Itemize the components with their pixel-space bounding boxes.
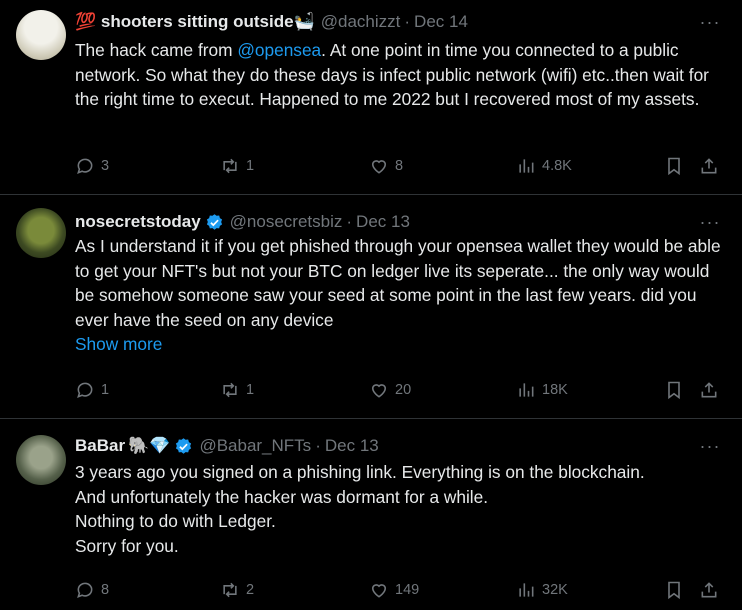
timestamp[interactable]: Dec 13 — [325, 436, 379, 456]
reply-button[interactable]: 8 — [75, 576, 109, 604]
verified-badge-icon — [206, 213, 222, 230]
share-button[interactable] — [699, 152, 719, 180]
view-count: 32K — [542, 582, 568, 598]
view-count: 18K — [542, 382, 568, 398]
share-icon — [701, 382, 717, 398]
tweet[interactable]: 💯 shooters sitting outside🛀 @dachizzt · … — [0, 0, 742, 195]
text-body: As I understand it if you get phished th… — [75, 236, 721, 330]
share-button[interactable] — [699, 576, 719, 604]
views-icon — [519, 159, 534, 173]
reply-icon — [77, 158, 93, 174]
share-icon — [701, 158, 717, 174]
avatar[interactable] — [16, 435, 66, 485]
repost-count: 1 — [246, 382, 255, 398]
reply-button[interactable]: 1 — [75, 376, 109, 404]
views-button[interactable]: 4.8K — [516, 152, 572, 180]
text-line: Nothing to do with Ledger. — [75, 511, 276, 531]
avatar[interactable] — [16, 208, 66, 258]
repost-icon — [223, 382, 237, 398]
text-line: 3 years ago you signed on a phishing lin… — [75, 462, 645, 482]
more-options-icon[interactable]: ··· — [698, 433, 722, 459]
display-name[interactable]: nosecretstoday — [75, 212, 201, 232]
user-handle[interactable]: @dachizzt — [321, 12, 401, 32]
repost-count: 2 — [246, 582, 255, 598]
like-count: 20 — [395, 382, 412, 398]
text-line: Sorry for you. — [75, 535, 179, 556]
bookmark-button[interactable] — [664, 376, 684, 404]
tweet-text: 3 years ago you signed on a phishing lin… — [75, 460, 724, 558]
more-options-icon[interactable]: ··· — [698, 9, 722, 35]
bookmark-icon — [668, 157, 680, 176]
display-name[interactable]: 💯 shooters sitting outside🛀 — [75, 12, 315, 32]
bookmark-icon — [668, 381, 680, 400]
reply-count: 8 — [101, 582, 110, 598]
reply-feed: 💯 shooters sitting outside🛀 @dachizzt · … — [0, 0, 742, 610]
mention-link[interactable]: @opensea — [237, 40, 321, 60]
separator-dot: · — [315, 436, 321, 455]
like-button[interactable]: 20 — [369, 376, 411, 404]
like-count: 8 — [395, 158, 404, 174]
reply-icon — [77, 582, 93, 598]
text-line: And unfortunately the hacker was dormant… — [75, 486, 489, 507]
repost-icon — [223, 582, 237, 598]
repost-count: 1 — [246, 158, 255, 174]
tweet-header: BaBar 🐘💎 @Babar_NFTs · Dec 13 ··· — [75, 433, 722, 459]
views-button[interactable]: 32K — [516, 576, 568, 604]
repost-button[interactable]: 1 — [220, 376, 254, 404]
like-button[interactable]: 149 — [369, 576, 419, 604]
separator-dot: · — [404, 12, 411, 31]
verified-badge-icon — [176, 437, 192, 454]
user-handle[interactable]: @Babar_NFTs — [199, 436, 311, 456]
views-icon — [519, 583, 534, 597]
separator-dot: · — [346, 212, 353, 231]
share-button[interactable] — [699, 376, 719, 404]
views-icon — [519, 383, 534, 397]
avatar[interactable] — [16, 10, 66, 60]
tweet-text: As I understand it if you get phished th… — [75, 234, 724, 357]
name-emoji: 🐘💎 — [128, 436, 171, 455]
bookmark-button[interactable] — [664, 576, 684, 604]
repost-button[interactable]: 2 — [220, 576, 254, 604]
timestamp[interactable]: Dec 13 — [356, 212, 410, 232]
action-bar: 8 2 149 32K — [75, 576, 724, 604]
heart-icon — [371, 160, 387, 174]
text-segment: The hack came from — [75, 40, 238, 60]
tweet-header: nosecretstoday @nosecretsbiz · Dec 13 ··… — [75, 209, 722, 235]
view-count: 4.8K — [542, 158, 572, 174]
reply-count: 3 — [101, 158, 110, 174]
like-count: 149 — [395, 582, 420, 598]
tweet-text: The hack came from @opensea. At one poin… — [75, 38, 724, 112]
reply-button[interactable]: 3 — [75, 152, 109, 180]
bookmark-icon — [668, 581, 680, 600]
reply-count: 1 — [101, 382, 110, 398]
repost-button[interactable]: 1 — [220, 152, 254, 180]
tweet[interactable]: nosecretstoday @nosecretsbiz · Dec 13 ··… — [0, 195, 742, 419]
action-bar: 3 1 8 4.8K — [75, 152, 724, 180]
timestamp[interactable]: Dec 14 — [414, 12, 468, 32]
tweet-header: 💯 shooters sitting outside🛀 @dachizzt · … — [75, 9, 722, 35]
more-options-icon[interactable]: ··· — [698, 209, 722, 235]
heart-icon — [371, 584, 387, 598]
tweet[interactable]: BaBar 🐘💎 @Babar_NFTs · Dec 13 ··· 3 year… — [0, 419, 742, 610]
action-bar: 1 1 20 18K — [75, 376, 724, 404]
views-button[interactable]: 18K — [516, 376, 568, 404]
bookmark-button[interactable] — [664, 152, 684, 180]
heart-icon — [371, 384, 387, 398]
show-more-link[interactable]: Show more — [75, 332, 724, 357]
display-name[interactable]: BaBar — [75, 436, 125, 456]
share-icon — [701, 582, 717, 598]
user-handle[interactable]: @nosecretsbiz — [230, 212, 343, 232]
repost-icon — [223, 158, 237, 174]
reply-icon — [77, 382, 93, 398]
like-button[interactable]: 8 — [369, 152, 403, 180]
